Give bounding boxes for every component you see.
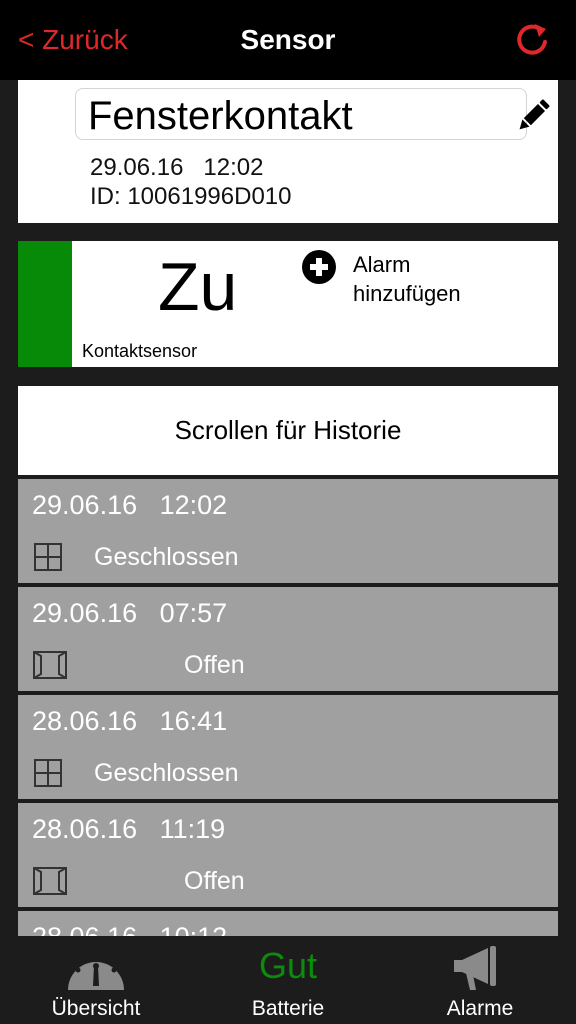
sensor-type-label: Kontaktsensor bbox=[82, 341, 198, 361]
status-indicator bbox=[18, 241, 72, 367]
sensor-name: Fensterkontakt bbox=[88, 94, 353, 138]
window-closed-icon bbox=[34, 759, 62, 787]
history-status: Offen bbox=[184, 651, 245, 679]
status-value: Zu bbox=[158, 249, 238, 325]
window-open-icon bbox=[33, 651, 67, 679]
history-status: Geschlossen bbox=[94, 543, 239, 571]
tab-battery-label: Batterie bbox=[251, 997, 325, 1020]
gauge-icon bbox=[68, 949, 124, 990]
history-time: 29.06.16 07:57 bbox=[32, 598, 228, 628]
history-row: 29.06.16 07:57 Offen bbox=[18, 587, 558, 691]
sensor-info-card: Fensterkontakt 29.06.16 12:02 ID: 100619… bbox=[18, 80, 558, 223]
history-time: 28.06.16 11:19 bbox=[32, 814, 226, 844]
history-row: 28.06.16 11:19 Offen bbox=[18, 803, 558, 907]
battery-status: Gut bbox=[258, 945, 318, 986]
add-alarm-button[interactable]: Alarm hinzufügen bbox=[353, 250, 513, 308]
sensor-id: ID: 10061996D010 bbox=[90, 183, 292, 210]
history-time: 28.06.16 16:41 bbox=[32, 706, 228, 736]
sensor-status-card: Zu Kontaktsensor Alarm hinzufügen bbox=[18, 241, 558, 367]
tab-alarms-label: Alarme bbox=[446, 997, 514, 1020]
tab-alarms[interactable]: Alarme bbox=[384, 936, 576, 1024]
page-title: Sensor bbox=[240, 24, 336, 55]
history-time: 29.06.16 12:02 bbox=[32, 490, 228, 520]
history-row: 29.06.16 12:02 Geschlossen bbox=[18, 479, 558, 583]
history-list[interactable]: 29.06.16 12:02 Geschlossen 29.06.16 07:5… bbox=[18, 479, 558, 936]
refresh-icon[interactable] bbox=[512, 20, 552, 60]
nav-bar: < Zurück Sensor bbox=[0, 0, 576, 80]
history-header: Scrollen für Historie bbox=[18, 386, 558, 475]
plus-circle-icon[interactable] bbox=[302, 250, 336, 284]
history-row: 28.06.16 10:12 bbox=[18, 911, 558, 936]
tab-battery[interactable]: Gut Batterie bbox=[192, 936, 384, 1024]
tab-bar: Übersicht Gut Batterie Alarme bbox=[0, 936, 576, 1024]
megaphone-icon bbox=[454, 946, 496, 990]
window-closed-icon bbox=[34, 543, 62, 571]
history-status: Offen bbox=[184, 867, 245, 895]
tab-overview[interactable]: Übersicht bbox=[0, 936, 192, 1024]
pencil-icon[interactable] bbox=[514, 97, 552, 135]
history-status: Geschlossen bbox=[94, 759, 239, 787]
history-time: 28.06.16 10:12 bbox=[32, 921, 227, 936]
tab-overview-label: Übersicht bbox=[51, 997, 141, 1020]
sensor-date: 29.06.16 12:02 bbox=[90, 154, 264, 181]
sensor-name-field[interactable]: Fensterkontakt bbox=[75, 88, 527, 140]
scroll-hint: Scrollen für Historie bbox=[174, 415, 402, 445]
window-open-icon bbox=[33, 867, 67, 895]
history-row: 28.06.16 16:41 Geschlossen bbox=[18, 695, 558, 799]
